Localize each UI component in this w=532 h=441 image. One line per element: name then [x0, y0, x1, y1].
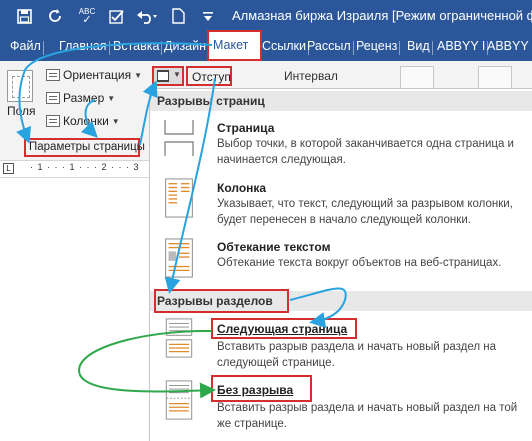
menu-item-column-desc[interactable]: Указывает, что текст, следующий за разры…	[217, 196, 522, 228]
section-breaks-highlight	[154, 289, 289, 313]
tab-file[interactable]: Файл	[10, 39, 44, 59]
margins-icon[interactable]	[7, 70, 33, 102]
more-icon[interactable]	[200, 6, 216, 26]
breaks-icon	[157, 70, 169, 82]
orientation-button[interactable]: Ориентация ▼	[46, 68, 142, 82]
tab-mailings[interactable]: Рассыл	[307, 39, 354, 59]
size-button[interactable]: Размер ▼	[46, 91, 115, 105]
tab-design[interactable]: Дизайн	[164, 39, 206, 59]
new-document-icon[interactable]	[170, 6, 186, 26]
tab-home[interactable]: Главная	[59, 39, 110, 59]
menu-item-page-title[interactable]: Страница	[217, 121, 274, 135]
page-break-icon	[164, 120, 194, 156]
page-breaks-header: Разрывы страниц	[150, 91, 532, 111]
chevron-down-icon: ▼	[111, 116, 120, 126]
chevron-down-icon: ▼	[173, 70, 181, 79]
menu-item-column-title[interactable]: Колонка	[217, 181, 266, 195]
column-break-icon	[165, 178, 193, 218]
continuous-break-icon	[165, 380, 193, 420]
next-page-break-icon	[165, 318, 193, 358]
size-label: Размер	[63, 91, 105, 105]
check-icon[interactable]	[107, 6, 125, 26]
margins-button-label[interactable]: Поля	[7, 104, 36, 118]
breaks-button[interactable]: ▼	[152, 66, 184, 86]
undo-icon[interactable]	[136, 6, 158, 26]
tab-insert[interactable]: Вставка	[113, 39, 163, 59]
ruler-marks: · 1 · · · 1 · · · 2 · · · 3	[30, 162, 140, 172]
menu-item-text-wrapping-title[interactable]: Обтекание текстом	[217, 240, 330, 254]
orientation-label: Ориентация	[63, 68, 132, 82]
tab-references[interactable]: Ссылки	[262, 39, 310, 59]
window-title: Алмазная биржа Израиля [Режим ограниченн…	[232, 8, 532, 23]
page-setup-group-label[interactable]: Параметры страницы	[24, 138, 145, 157]
tab-abbyy-1[interactable]: ABBYY I	[437, 39, 489, 59]
chevron-down-icon: ▼	[107, 93, 116, 103]
orientation-icon	[46, 69, 60, 81]
text-wrapping-break-icon	[165, 238, 193, 278]
next-page-highlight	[211, 318, 357, 339]
save-icon[interactable]	[15, 6, 33, 26]
columns-label: Колонки	[63, 114, 109, 128]
indent-label: Отступ	[186, 66, 232, 86]
title-bar: ABC ✓ Алмазная биржа Израиля [Режим огра…	[0, 0, 532, 33]
spelling-icon[interactable]: ABC ✓	[76, 6, 98, 26]
continuous-highlight	[211, 375, 312, 402]
refresh-icon[interactable]	[46, 6, 64, 26]
tab-review[interactable]: Реценз	[356, 39, 401, 59]
tab-view[interactable]: Вид	[407, 39, 433, 59]
menu-item-text-wrapping-desc[interactable]: Обтекание текста вокруг объектов на веб-…	[217, 255, 522, 271]
tab-stop-selector[interactable]: L	[3, 163, 14, 174]
menu-item-continuous-desc[interactable]: Вставить разрыв раздела и начать новый р…	[217, 400, 522, 432]
size-icon	[46, 92, 60, 104]
menu-item-page-desc[interactable]: Выбор точки, в которой заканчивается одн…	[217, 136, 522, 168]
columns-icon	[46, 115, 60, 127]
tab-layout-highlight	[207, 30, 262, 61]
tab-abbyy-2[interactable]: ABBYY F	[487, 39, 532, 59]
chevron-down-icon: ▼	[134, 70, 143, 80]
menu-item-next-page-desc[interactable]: Вставить разрыв раздела и начать новый р…	[217, 339, 522, 371]
spacing-label: Интервал	[284, 69, 338, 83]
ribbon-tabs: Файл Главная Вставка Дизайн Ссылки Рассы…	[0, 33, 532, 61]
columns-button[interactable]: Колонки ▼	[46, 114, 120, 128]
